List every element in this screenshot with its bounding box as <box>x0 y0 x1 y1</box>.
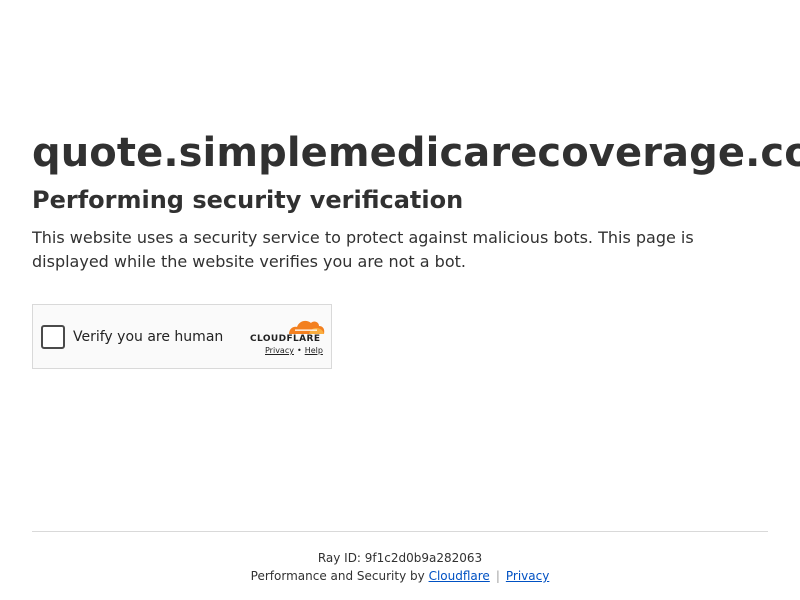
performance-text: Performance and Security by <box>250 569 425 583</box>
site-domain-title: quote.simplemedicarecoverage.com <box>32 130 800 176</box>
widget-help-link[interactable]: Help <box>305 346 323 355</box>
verification-heading: Performing security verification <box>32 186 464 214</box>
widget-link-separator: • <box>296 346 302 355</box>
main-content: quote.simplemedicarecoverage.com Perform… <box>32 126 800 274</box>
turnstile-widget: Verify you are human CLOUDFLARE Privacy •… <box>32 304 332 369</box>
footer-divider: | <box>495 569 500 583</box>
cloudflare-wordmark: CLOUDFLARE <box>250 334 321 344</box>
verification-description: This website uses a security service to … <box>32 228 694 271</box>
widget-links: Privacy • Help <box>265 346 323 356</box>
verify-checkbox[interactable] <box>41 325 65 349</box>
ray-id: Ray ID: 9f1c2d0b9a282063 <box>317 551 483 565</box>
widget-privacy-link[interactable]: Privacy <box>265 346 294 355</box>
footer-privacy-link[interactable]: Privacy <box>506 569 549 583</box>
page-footer: Ray ID: 9f1c2d0b9a282063 Performance and… <box>32 531 768 584</box>
verify-checkbox-label[interactable]: Verify you are human <box>73 328 223 346</box>
performance-line: Performance and Security by Cloudflare | P… <box>32 568 768 584</box>
cloudflare-branding: CLOUDFLARE Privacy • Help <box>249 317 325 361</box>
cloudflare-link[interactable]: Cloudflare <box>429 569 490 583</box>
